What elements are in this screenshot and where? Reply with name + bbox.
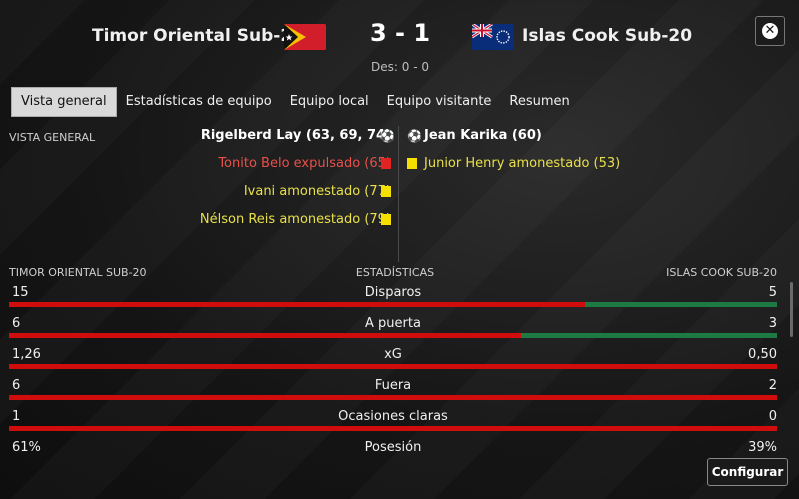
stat-row-xg: 1,26 xG 0,50 [9, 347, 777, 378]
home-bar-fill [9, 364, 777, 369]
home-yellow-card-event: Ivani amonestado (77) [243, 184, 391, 199]
tab-team-stats[interactable]: Estadísticas de equipo [117, 88, 281, 116]
cook-islands-flag-icon [472, 24, 514, 50]
yellow-card-icon [381, 214, 391, 225]
stat-bar [9, 302, 777, 307]
home-team-name: Timor Oriental Sub-20 [92, 26, 304, 46]
tab-home-team[interactable]: Equipo local [281, 88, 378, 116]
stats-center-header: ESTADÍSTICAS [355, 266, 435, 279]
away-bar-fill [585, 302, 777, 307]
stat-row-shots: 15 Disparos 5 [9, 285, 777, 316]
stat-name: Disparos [364, 285, 422, 300]
stat-bar [9, 364, 777, 369]
home-yellow-card-event: Nélson Reis amonestado (79) [199, 212, 391, 227]
stat-name: Ocasiones claras [338, 409, 448, 424]
red-card-icon [381, 158, 391, 169]
home-bar-fill [9, 333, 522, 338]
stat-name: A puerta [365, 316, 421, 331]
away-yellow-card-event: Junior Henry amonestado (53) [424, 156, 621, 171]
tab-away-team[interactable]: Equipo visitante [378, 88, 501, 116]
stat-name: Posesión [364, 440, 422, 455]
stat-row-possession: 61% Posesión 39% [9, 440, 777, 471]
stat-away-value: 39% [748, 440, 777, 455]
close-icon: ✕ [762, 23, 778, 39]
away-team-name: Islas Cook Sub-20 [522, 26, 693, 46]
stat-row-on-target: 6 A puerta 3 [9, 316, 777, 347]
yellow-card-icon [381, 186, 391, 197]
ball-icon: ⚽ [380, 129, 395, 143]
home-goal-event: Rigelberd Lay (63, 69, 74) [200, 128, 391, 143]
home-bar-fill [9, 302, 585, 307]
match-score: 3 - 1 [369, 19, 431, 47]
away-goal-event: Jean Karika (60) [424, 128, 542, 143]
stat-bar [9, 333, 777, 338]
close-button[interactable]: ✕ [755, 16, 785, 46]
stat-row-clear-chances: 1 Ocasiones claras 0 [9, 409, 777, 440]
stat-name: Fuera [374, 378, 412, 393]
stat-away-value: 2 [768, 378, 777, 393]
stat-away-value: 0,50 [748, 347, 777, 362]
stat-row-off-target: 6 Fuera 2 [9, 378, 777, 409]
home-bar-fill [9, 426, 777, 431]
home-bar-fill [9, 395, 777, 400]
tab-summary[interactable]: Resumen [500, 88, 578, 116]
away-bar-fill [521, 333, 777, 338]
stat-bar [9, 395, 777, 400]
configure-button[interactable]: Configurar [707, 458, 788, 486]
stat-away-value: 3 [768, 316, 777, 331]
home-red-card-event: Tonito Belo expulsado (65) [218, 156, 391, 171]
scrollbar[interactable] [790, 282, 793, 337]
stat-away-value: 5 [768, 285, 777, 300]
stat-away-value: 0 [768, 409, 777, 424]
yellow-card-icon [407, 158, 417, 169]
ball-icon: ⚽ [407, 129, 422, 143]
timor-leste-flag-icon [284, 24, 326, 50]
away-stats-header: ISLAS COOK SUB-20 [666, 266, 777, 279]
events-divider [398, 126, 399, 262]
match-overview-panel: Timor Oriental Sub-20 3 - 1 Des: 0 - 0 I… [0, 0, 799, 499]
stat-name: xG [384, 347, 402, 362]
halftime-score: Des: 0 - 0 [371, 60, 429, 74]
tab-bar: Vista general Estadísticas de equipo Equ… [11, 87, 579, 117]
stat-bar [9, 426, 777, 431]
home-stats-header: TIMOR ORIENTAL SUB-20 [9, 266, 147, 279]
overview-section-label: VISTA GENERAL [9, 131, 96, 144]
tab-overview[interactable]: Vista general [11, 87, 117, 117]
